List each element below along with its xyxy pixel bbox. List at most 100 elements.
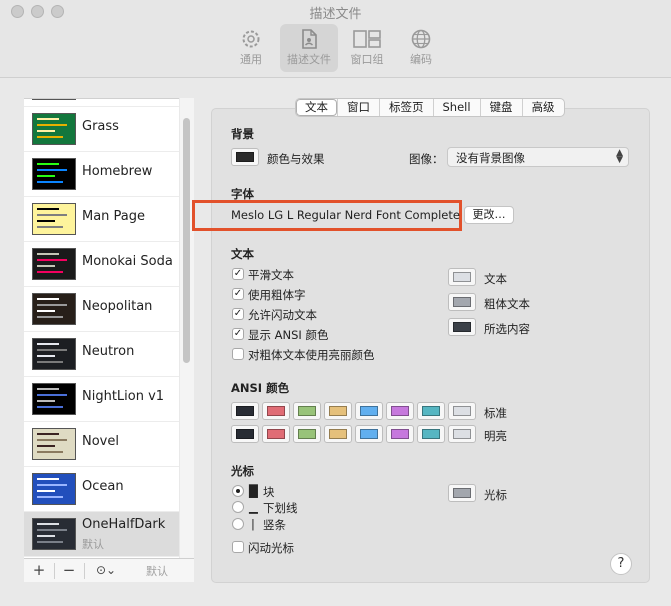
text-color-label: 文本 xyxy=(484,272,507,286)
ansi-normal-color-6[interactable] xyxy=(417,402,445,420)
tab-text[interactable]: 文本 xyxy=(296,99,337,116)
smooth-text-checkbox[interactable]: ✓ xyxy=(232,268,244,280)
ansi-normal-color-7[interactable] xyxy=(448,402,476,420)
chevron-updown-icon: ▲ ▼ xyxy=(616,148,623,165)
ansi-bright-color-6[interactable] xyxy=(417,425,445,443)
font-name: Meslo LG L Regular Nerd Font Complete 18 xyxy=(231,208,479,222)
default-badge: 默认 xyxy=(82,538,104,551)
color-chip xyxy=(360,406,378,416)
tab-shell[interactable]: Shell xyxy=(432,99,480,116)
ansi-bright-color-2[interactable] xyxy=(293,425,321,443)
profile-item[interactable]: Man Page xyxy=(24,197,179,242)
toolbar-encodings[interactable]: 编码 xyxy=(392,24,450,72)
toolbar-general[interactable]: 通用 xyxy=(222,24,280,72)
add-profile-button[interactable]: + xyxy=(26,561,52,581)
cursor-bar-radio[interactable] xyxy=(232,518,244,530)
profile-list-scrollbar[interactable] xyxy=(180,98,194,558)
text-color-well[interactable] xyxy=(448,268,476,286)
toolbar-profiles[interactable]: 描述文件 xyxy=(280,24,338,72)
cursor-bar-label: 竖条 xyxy=(263,518,286,532)
profile-item-selected[interactable]: OneHalfDark 默认 xyxy=(24,512,179,557)
ansi-bright-color-7[interactable] xyxy=(448,425,476,443)
tab-window[interactable]: 窗口 xyxy=(337,99,379,116)
profile-item[interactable]: Monokai Soda xyxy=(24,242,179,287)
blink-cursor-checkbox[interactable] xyxy=(232,541,244,553)
profile-item[interactable] xyxy=(24,99,179,107)
more-actions-button[interactable]: ⊙⌄ xyxy=(88,561,124,581)
toolbar-window-groups[interactable]: 窗口组 xyxy=(338,24,396,72)
cursor-block-label: 块 xyxy=(263,485,275,499)
ansi-normal-color-2[interactable] xyxy=(293,402,321,420)
profile-list-toolbar: + − ⊙⌄ 默认 xyxy=(24,558,194,582)
color-chip xyxy=(298,406,316,416)
profile-thumbnail xyxy=(32,113,76,145)
cursor-underline-glyph: ▁ xyxy=(249,500,258,514)
set-default-button[interactable]: 默认 xyxy=(146,563,168,579)
color-chip xyxy=(391,429,409,439)
ansi-normal-color-1[interactable] xyxy=(262,402,290,420)
background-color-label: 颜色与效果 xyxy=(267,152,325,166)
cursor-underline-radio[interactable] xyxy=(232,501,244,513)
bold-text-color-well[interactable] xyxy=(448,293,476,311)
bold-fonts-checkbox[interactable]: ✓ xyxy=(232,288,244,300)
cursor-block-radio[interactable] xyxy=(232,485,244,497)
title-bar: 描述文件 通用 描述文件 窗口组 编码 xyxy=(0,0,671,78)
color-chip xyxy=(236,152,254,162)
profile-thumbnail xyxy=(32,428,76,460)
color-chip xyxy=(422,429,440,439)
cursor-section-title: 光标 xyxy=(231,464,254,478)
color-chip xyxy=(329,429,347,439)
color-chip xyxy=(236,406,254,416)
profile-thumbnail xyxy=(32,293,76,325)
text-section-title: 文本 xyxy=(231,247,254,261)
tab-keyboard[interactable]: 键盘 xyxy=(479,99,522,116)
profile-thumbnail xyxy=(32,518,76,550)
tab-advanced[interactable]: 高级 xyxy=(521,99,564,116)
profile-item[interactable]: Grass xyxy=(24,107,179,152)
scroll-thumb[interactable] xyxy=(183,118,190,363)
ansi-colors-label: 显示 ANSI 颜色 xyxy=(248,328,329,342)
profile-item[interactable]: Novel xyxy=(24,422,179,467)
help-button[interactable]: ? xyxy=(610,553,632,575)
profile-item[interactable]: NightLion v1 xyxy=(24,377,179,422)
window-title: 描述文件 xyxy=(309,7,362,22)
profile-item[interactable]: Neopolitan xyxy=(24,287,179,332)
ansi-bright-label: 明亮 xyxy=(484,429,507,443)
ansi-bright-color-0[interactable] xyxy=(231,425,259,443)
selection-color-well[interactable] xyxy=(448,318,476,336)
ansi-bright-color-1[interactable] xyxy=(262,425,290,443)
bold-text-color-label: 粗体文本 xyxy=(484,297,530,311)
ansi-bright-color-5[interactable] xyxy=(386,425,414,443)
profile-list[interactable]: Grass Homebrew Man Page Monokai Soda Neo… xyxy=(24,98,179,558)
cursor-color-well[interactable] xyxy=(448,484,476,502)
ansi-normal-color-3[interactable] xyxy=(324,402,352,420)
profile-thumbnail xyxy=(32,473,76,505)
ansi-normal-color-5[interactable] xyxy=(386,402,414,420)
change-font-button[interactable]: 更改… xyxy=(464,206,514,224)
ansi-colors-checkbox[interactable]: ✓ xyxy=(232,328,244,340)
background-image-select[interactable]: 没有背景图像 ▲ ▼ xyxy=(447,147,629,167)
profile-item[interactable]: Homebrew xyxy=(24,152,179,197)
ansi-normal-color-4[interactable] xyxy=(355,402,383,420)
ansi-bright-color-3[interactable] xyxy=(324,425,352,443)
background-color-well[interactable] xyxy=(231,148,259,166)
cursor-block-glyph: █ xyxy=(249,484,258,498)
bright-bold-label: 对粗体文本使用亮丽颜色 xyxy=(248,348,375,362)
color-chip xyxy=(236,429,254,439)
color-chip xyxy=(453,322,471,332)
selection-color-label: 所选内容 xyxy=(484,322,530,336)
tab-tabs[interactable]: 标签页 xyxy=(379,99,433,116)
profile-document-icon xyxy=(302,29,317,49)
bright-bold-checkbox[interactable] xyxy=(232,348,244,360)
profile-thumbnail xyxy=(32,338,76,370)
color-chip xyxy=(267,429,285,439)
blinking-text-checkbox[interactable]: ✓ xyxy=(232,308,244,320)
remove-profile-button[interactable]: − xyxy=(56,561,82,581)
profile-item[interactable]: Ocean xyxy=(24,467,179,512)
ansi-normal-label: 标准 xyxy=(484,406,507,420)
gear-icon xyxy=(242,30,260,48)
color-chip xyxy=(391,406,409,416)
ansi-bright-color-4[interactable] xyxy=(355,425,383,443)
ansi-normal-color-0[interactable] xyxy=(231,402,259,420)
profile-item[interactable]: Neutron xyxy=(24,332,179,377)
